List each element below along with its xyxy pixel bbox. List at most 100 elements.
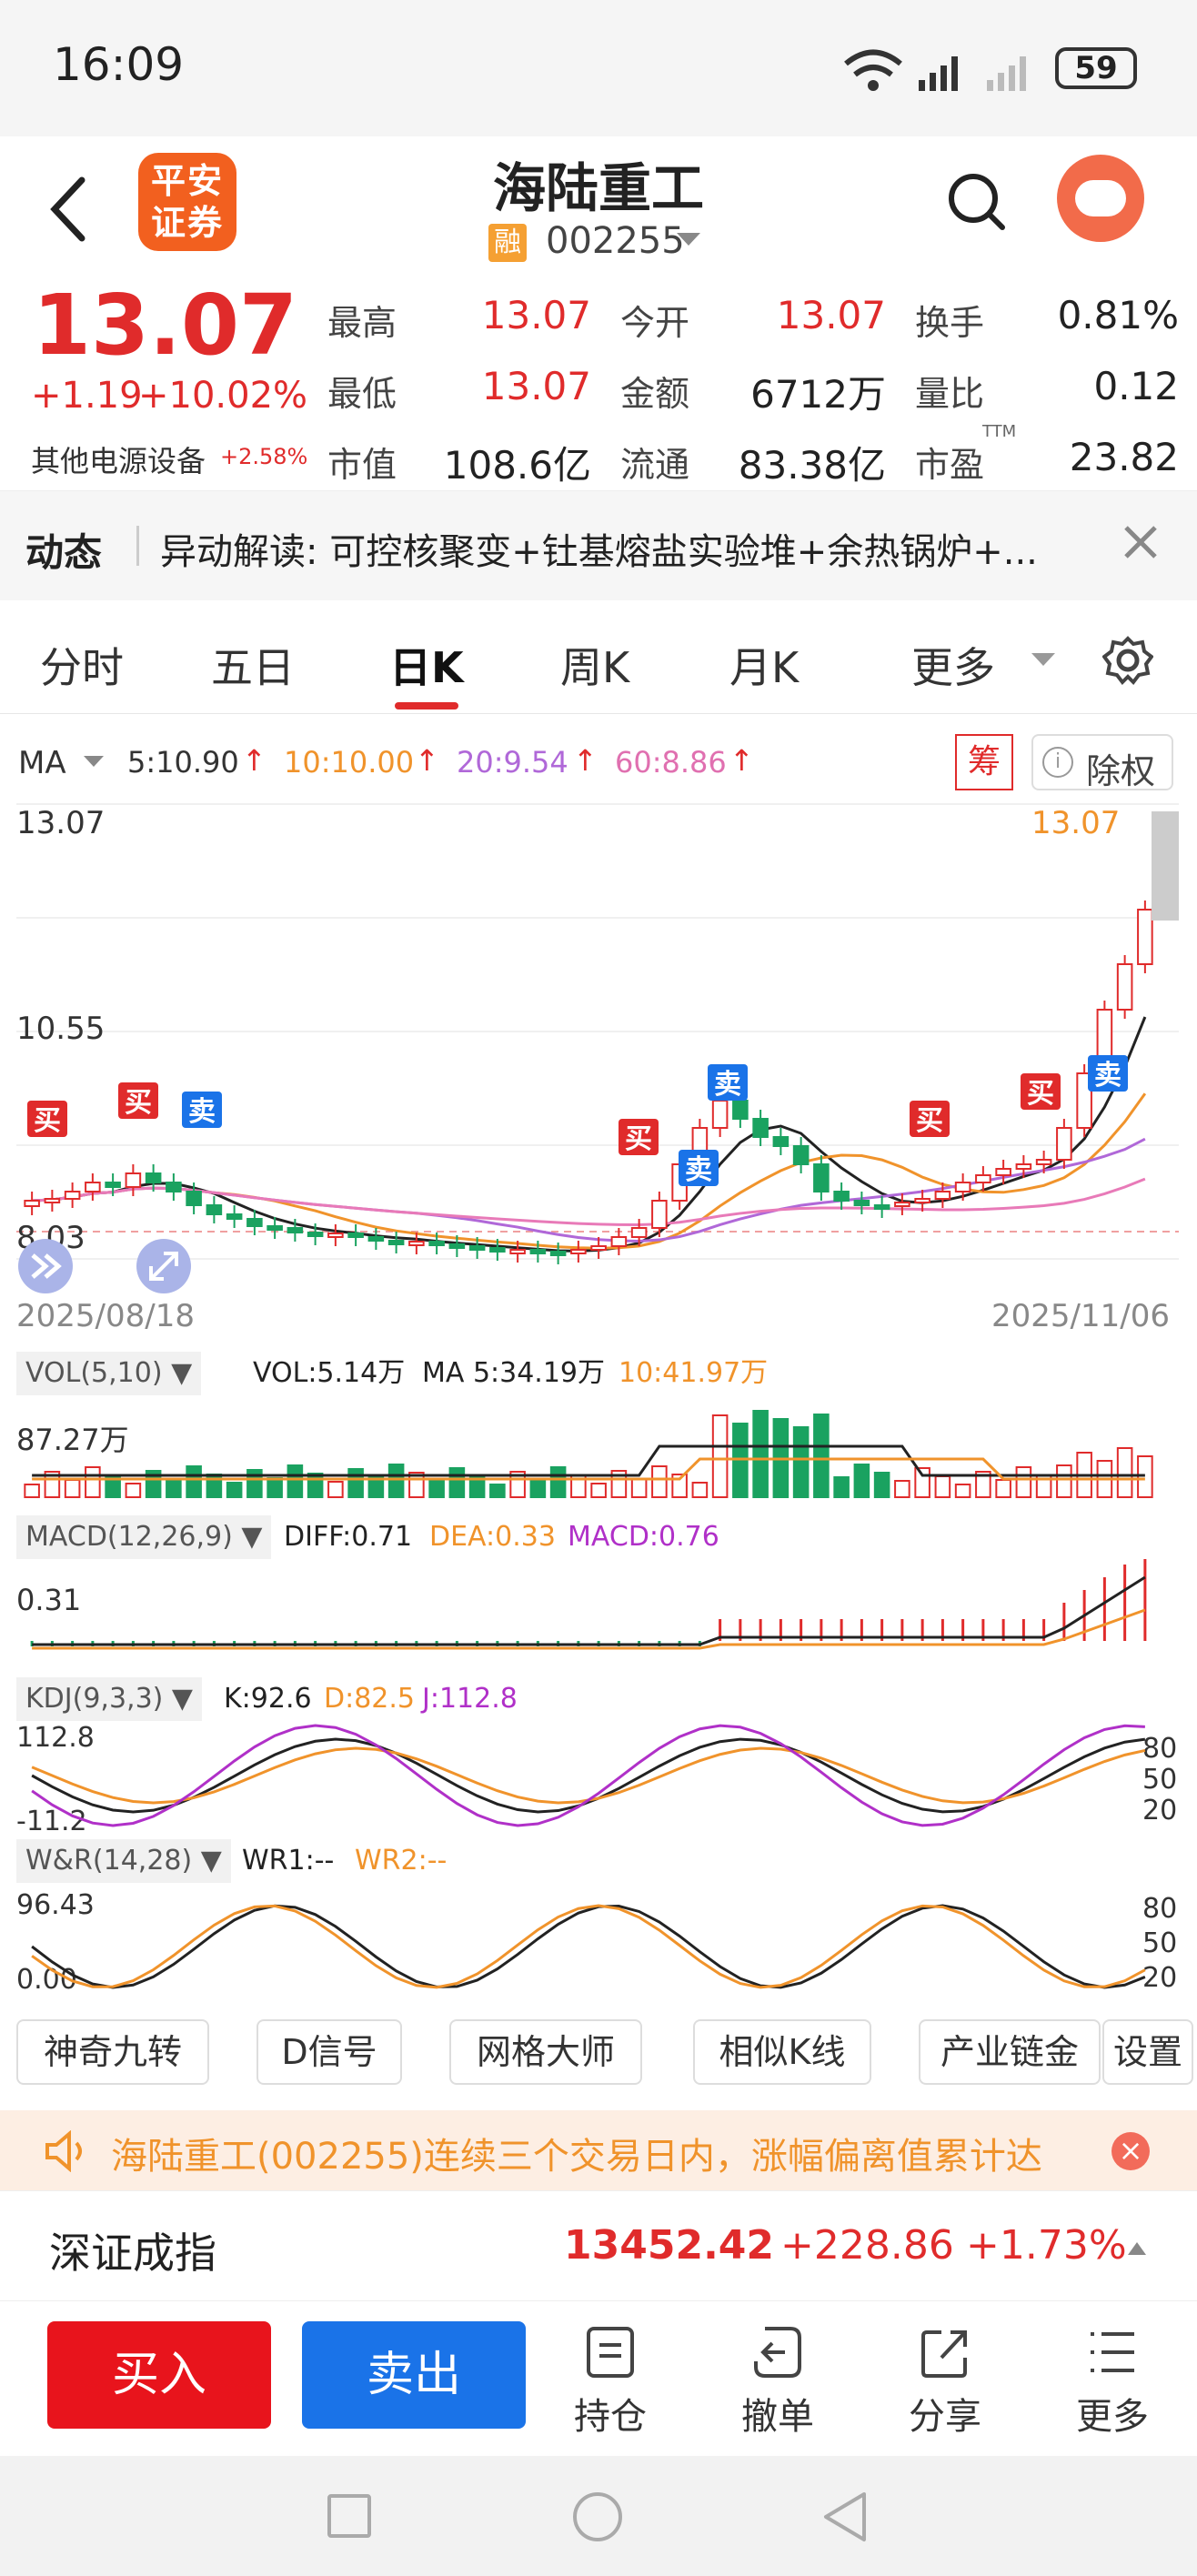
kdj-k: K:92.6 xyxy=(224,1683,312,1715)
search-icon[interactable] xyxy=(946,171,1010,235)
tool-similar-k[interactable]: 相似K线 xyxy=(693,2019,871,2085)
tab-more[interactable]: 更多 xyxy=(911,635,995,695)
svg-text:买: 买 xyxy=(625,1123,652,1155)
tab-indicator xyxy=(395,702,458,709)
last-price: 13.07 xyxy=(33,277,298,374)
adjust-button[interactable]: i 除权 xyxy=(1031,734,1173,791)
more-button[interactable]: 更多 xyxy=(1062,2325,1162,2443)
candle xyxy=(125,1172,142,1188)
news-bar[interactable]: 动态 异动解读: 可控核聚变+钍基熔盐实验堆+余热锅炉+... xyxy=(0,491,1197,600)
candle xyxy=(327,1233,344,1238)
kdj-j-line xyxy=(31,1724,1145,1827)
candle xyxy=(448,1243,466,1249)
candle xyxy=(387,1240,405,1245)
volume-bar xyxy=(489,1484,506,1498)
tool-industry-chain[interactable]: 产业链金 xyxy=(919,2019,1101,2085)
candle xyxy=(226,1213,243,1220)
tool-magic-nine[interactable]: 神奇九转 xyxy=(16,2019,209,2085)
signal-2-icon xyxy=(987,56,1026,91)
tab-intraday[interactable]: 分时 xyxy=(40,635,124,695)
volume-bar xyxy=(873,1472,890,1498)
trade-marker: 卖 xyxy=(679,1150,719,1186)
kdj-bottom-label: -11.2 xyxy=(16,1806,87,1837)
sector-name[interactable]: 其他电源设备 xyxy=(31,438,206,480)
mcap-label: 市值 xyxy=(327,445,397,485)
candle xyxy=(367,1236,385,1242)
back-nav-icon[interactable] xyxy=(820,2490,871,2543)
volume-bar xyxy=(226,1482,243,1498)
trade-marker: 卖 xyxy=(1088,1055,1128,1092)
candle xyxy=(267,1225,283,1231)
buy-button[interactable]: 买入 xyxy=(47,2321,271,2429)
kline-trade-markers: 买买 卖买卖卖买买卖 xyxy=(27,1055,1128,1186)
kline-chart[interactable]: 买买 卖买卖卖买买卖 13.07 10.55 8.03 13.07 2025/08… xyxy=(0,800,1197,1346)
pe-ttm-sup: TTM xyxy=(982,422,1017,441)
tab-weekly-k[interactable]: 周K xyxy=(560,635,629,695)
home-icon[interactable] xyxy=(573,2492,622,2541)
amount-label: 金额 xyxy=(620,374,690,414)
tab-daily-k[interactable]: 日K xyxy=(389,635,464,695)
price-change-pct: +10.02% xyxy=(138,375,308,417)
svg-text:买: 买 xyxy=(34,1105,61,1137)
tab-monthly-k[interactable]: 月K xyxy=(729,635,799,695)
candle xyxy=(246,1218,263,1227)
candle xyxy=(428,1241,445,1246)
cancel-order-button[interactable]: 撤单 xyxy=(728,2325,828,2443)
volume-bar xyxy=(186,1465,202,1498)
gear-icon[interactable] xyxy=(1102,635,1153,686)
close-icon[interactable] xyxy=(1121,522,1161,562)
pe-label: 市盈 xyxy=(915,445,985,485)
chevron-up-icon[interactable] xyxy=(1126,2240,1148,2257)
vol-ratio-value: 0.12 xyxy=(1093,364,1179,408)
vol-indicator-select[interactable]: VOL(5,10) ▼ xyxy=(16,1352,202,1395)
ma-chevron-icon[interactable] xyxy=(82,754,106,770)
candle xyxy=(206,1204,223,1215)
candle xyxy=(853,1200,870,1206)
vol-ma5: MA 5:34.19万 xyxy=(422,1357,606,1389)
share-button[interactable]: 分享 xyxy=(895,2325,995,2443)
volume-bar xyxy=(833,1476,850,1498)
assistant-avatar[interactable] xyxy=(1057,155,1144,242)
ma-label[interactable]: MA xyxy=(18,745,66,781)
candle xyxy=(651,1200,668,1229)
more-chevron-icon[interactable] xyxy=(1030,651,1057,669)
battery-icon: 59 xyxy=(1055,47,1137,89)
alert-banner[interactable]: 海陆重工(002255)连续三个交易日内，涨幅偏离值累计达 × xyxy=(0,2110,1197,2190)
candle xyxy=(529,1249,547,1254)
recent-apps-icon[interactable] xyxy=(327,2494,371,2538)
index-bar[interactable]: 深证成指 13452.42 +228.86 +1.73% xyxy=(0,2190,1197,2301)
position-button[interactable]: 持仓 xyxy=(560,2325,660,2443)
wr2-value: WR2:-- xyxy=(355,1845,448,1877)
candle xyxy=(1035,1159,1052,1165)
trade-marker: 买 xyxy=(910,1101,950,1137)
kdj-top-label: 112.8 xyxy=(16,1722,95,1754)
wr-indicator-select[interactable]: W&R(14,28) ▼ xyxy=(16,1839,231,1883)
macd-chart: 0.31 xyxy=(16,1559,1147,1650)
kdj-indicator-select[interactable]: KDJ(9,3,3) ▼ xyxy=(16,1677,202,1721)
open-value: 13.07 xyxy=(776,293,886,337)
tool-grid-master[interactable]: 网格大师 xyxy=(449,2019,642,2085)
candle xyxy=(44,1198,61,1203)
sell-button[interactable]: 卖出 xyxy=(302,2321,526,2429)
volume-bar xyxy=(529,1479,547,1498)
candle xyxy=(489,1247,506,1253)
candle xyxy=(145,1172,162,1183)
alert-close-icon[interactable]: × xyxy=(1112,2132,1150,2170)
tool-settings[interactable]: 设置 xyxy=(1102,2019,1193,2085)
ma5-arrow-icon: ↑ xyxy=(242,743,267,778)
tool-d-signal[interactable]: D信号 xyxy=(256,2019,402,2085)
ma10-value: 10:10.00 xyxy=(284,745,415,780)
tab-five-day[interactable]: 五日 xyxy=(211,635,295,695)
chevron-down-icon[interactable] xyxy=(675,231,702,249)
info-icon: i xyxy=(1042,747,1073,778)
low-value: 13.07 xyxy=(481,364,591,408)
action-bar: 买入 卖出 持仓 撤单 分享 更多 xyxy=(0,2301,1197,2456)
macd-indicator-select[interactable]: MACD(12,26,9) ▼ xyxy=(16,1515,272,1559)
volume-bar xyxy=(691,1482,709,1498)
news-text[interactable]: 异动解读: 可控核聚变+钍基熔盐实验堆+余热锅炉+... xyxy=(160,522,1124,575)
vol-chart: 87.27万 xyxy=(16,1410,1153,1498)
chip-button[interactable]: 筹 xyxy=(955,734,1013,790)
ma20-arrow-icon: ↑ xyxy=(573,743,598,778)
more-label: 更多 xyxy=(1076,2396,1149,2438)
low-label: 最低 xyxy=(327,374,397,414)
